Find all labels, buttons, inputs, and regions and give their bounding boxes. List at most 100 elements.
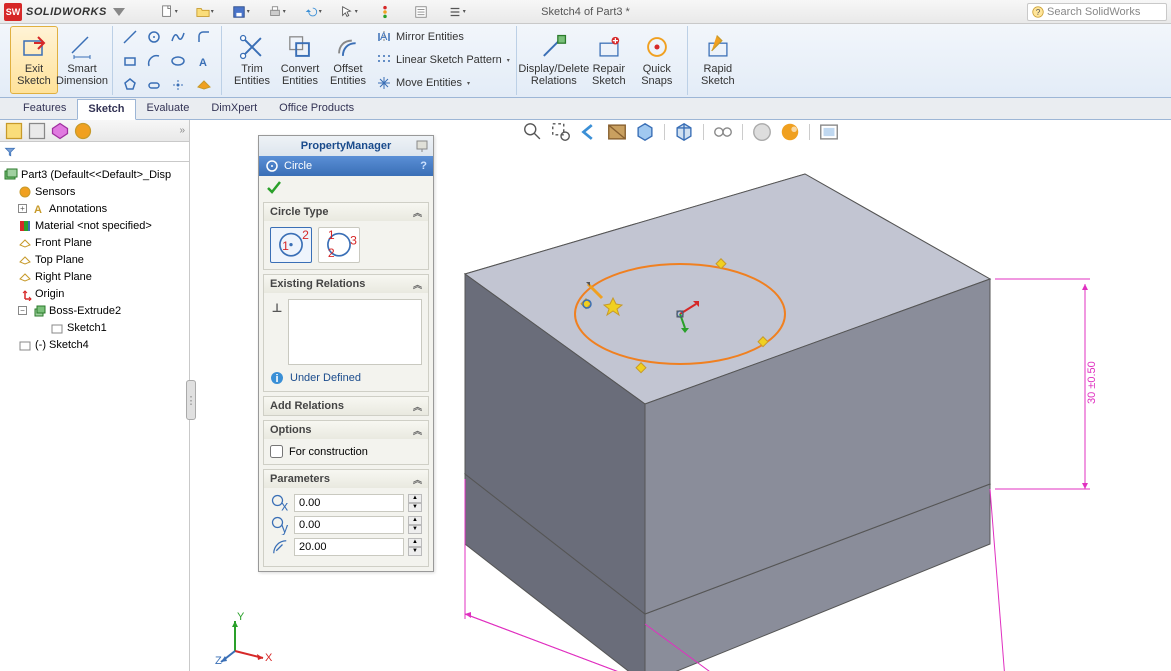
trim-entities-button[interactable]: Trim Entities [228,26,276,94]
collapse-icon[interactable]: ︽ [413,206,422,219]
collapse-icon[interactable]: ︽ [413,278,422,291]
circle-tool[interactable] [143,26,165,48]
tree-front-plane[interactable]: Front Plane [2,234,187,251]
pin-icon[interactable] [415,139,429,153]
mirror-entities-button[interactable]: AMirror Entities [376,26,510,48]
convert-entities-button[interactable]: Convert Entities [276,26,324,94]
spline-tool[interactable] [167,26,189,48]
ok-check-icon[interactable] [265,178,283,196]
pm-section-circle-type: Circle Type︽ 12 132 [263,202,429,270]
for-construction-checkbox[interactable] [270,445,283,458]
tab-sketch[interactable]: Sketch [77,99,135,120]
perimeter-circle-option[interactable]: 132 [318,227,360,263]
tree-origin[interactable]: Origin [2,285,187,302]
zoom-fit-icon[interactable] [522,122,544,142]
tab-dimxpert[interactable]: DimXpert [200,98,268,119]
text-tool[interactable]: A [193,50,215,72]
scene-icon[interactable] [779,122,801,142]
move-entities-button[interactable]: Move Entities▾ [376,72,510,94]
tree-top-plane[interactable]: Top Plane [2,251,187,268]
feature-tree-pane: » Part3 (Default<<Default>_Disp Sensors … [0,120,190,671]
appearance-icon[interactable] [751,122,773,142]
smart-dimension-button[interactable]: Smart Dimension [58,26,106,94]
tab-evaluate[interactable]: Evaluate [136,98,201,119]
orientation-triad[interactable]: Y X Z [215,606,275,666]
info-icon: i [270,371,284,385]
display-style-icon[interactable] [673,122,695,142]
pm-title: PropertyManager [259,136,433,156]
tree-sensors[interactable]: Sensors [2,183,187,200]
tab-office-products[interactable]: Office Products [268,98,365,119]
quick-snaps-button[interactable]: Quick Snaps [633,26,681,94]
cx-input[interactable]: 0.00 [294,494,404,512]
ellipse-tool[interactable] [167,50,189,72]
main-area: » Part3 (Default<<Default>_Disp Sensors … [0,120,1171,671]
slot-tool[interactable] [143,74,165,96]
help-search-icon: ? [1032,6,1044,18]
fillet-tool[interactable] [193,26,215,48]
relations-listbox[interactable] [288,299,422,365]
exit-sketch-button[interactable]: Exit Sketch [10,26,58,94]
view-settings-icon[interactable] [818,122,840,142]
tree-annotations[interactable]: +AAnnotations [2,200,187,217]
collapse-icon[interactable]: ︽ [413,473,422,486]
hide-show-icon[interactable] [712,122,734,142]
rectangle-tool[interactable] [119,50,141,72]
radius-spinner[interactable]: ▲▼ [408,538,422,556]
offset-entities-button[interactable]: Offset Entities [324,26,372,94]
tab-features[interactable]: Features [12,98,77,119]
pm-help-icon[interactable]: ? [420,160,427,172]
tree-material[interactable]: Material <not specified> [2,217,187,234]
tree-tab-property-icon[interactable] [27,122,47,140]
search-box[interactable]: ? Search SolidWorks [1027,3,1167,21]
traffic-light-icon[interactable] [371,2,399,22]
cx-spinner[interactable]: ▲▼ [408,494,422,512]
radius-input[interactable]: 20.00 [294,538,404,556]
collapse-icon[interactable]: ︽ [413,424,422,437]
tree-expand-chevron[interactable]: » [179,125,185,136]
options-button[interactable] [407,2,435,22]
tree-sketch4[interactable]: (-) Sketch4 [2,336,187,353]
list-button[interactable]: ▾ [443,2,471,22]
svg-text:A: A [34,204,42,216]
pm-section-parameters: Parameters︽ x 0.00 ▲▼ y 0.00 ▲▼ 20.00 ▲▼ [263,469,429,567]
svg-text:?: ? [1036,8,1041,17]
tree-right-plane[interactable]: Right Plane [2,268,187,285]
rapid-sketch-button[interactable]: Rapid Sketch [694,26,742,94]
zoom-area-icon[interactable] [550,122,572,142]
collapse-icon[interactable]: ︽ [413,400,422,413]
tree-boss-extrude[interactable]: −Boss-Extrude2 [2,302,187,319]
linear-pattern-button[interactable]: Linear Sketch Pattern▾ [376,49,510,71]
tree-tab-feature-icon[interactable] [4,122,24,140]
view-orientation-icon[interactable] [634,122,656,142]
undo-button[interactable]: ▾ [299,2,327,22]
pm-feature-header: Circle ? [259,156,433,176]
open-file-button[interactable]: ▾ [191,2,219,22]
point-tool[interactable] [167,74,189,96]
brand-menu-dropdown[interactable] [113,8,125,16]
print-button[interactable]: ▾ [263,2,291,22]
repair-sketch-button[interactable]: Repair Sketch [585,26,633,94]
select-button[interactable]: ▾ [335,2,363,22]
prev-view-icon[interactable] [578,122,600,142]
display-delete-relations-button[interactable]: Display/Delete Relations [523,26,585,94]
new-file-button[interactable]: ▾ [155,2,183,22]
center-circle-option[interactable]: 12 [270,227,312,263]
cy-input[interactable]: 0.00 [294,516,404,534]
dimension-30[interactable]: 30 ±0.50 [995,279,1098,489]
section-view-icon[interactable] [606,122,628,142]
pane-splitter-handle[interactable]: ⋮ [186,380,196,420]
radius-icon [270,538,290,556]
tree-tab-dimxpert-icon[interactable] [73,122,93,140]
tree-sketch1[interactable]: Sketch1 [2,319,187,336]
arc-tool[interactable] [143,50,165,72]
cy-spinner[interactable]: ▲▼ [408,516,422,534]
polygon-tool[interactable] [119,74,141,96]
tree-root[interactable]: Part3 (Default<<Default>_Disp [2,166,187,183]
save-button[interactable]: ▾ [227,2,255,22]
plane-tool[interactable] [193,74,215,96]
filter-icon[interactable] [4,146,16,158]
line-tool[interactable] [119,26,141,48]
svg-text:i: i [275,373,278,385]
tree-tab-config-icon[interactable] [50,122,70,140]
